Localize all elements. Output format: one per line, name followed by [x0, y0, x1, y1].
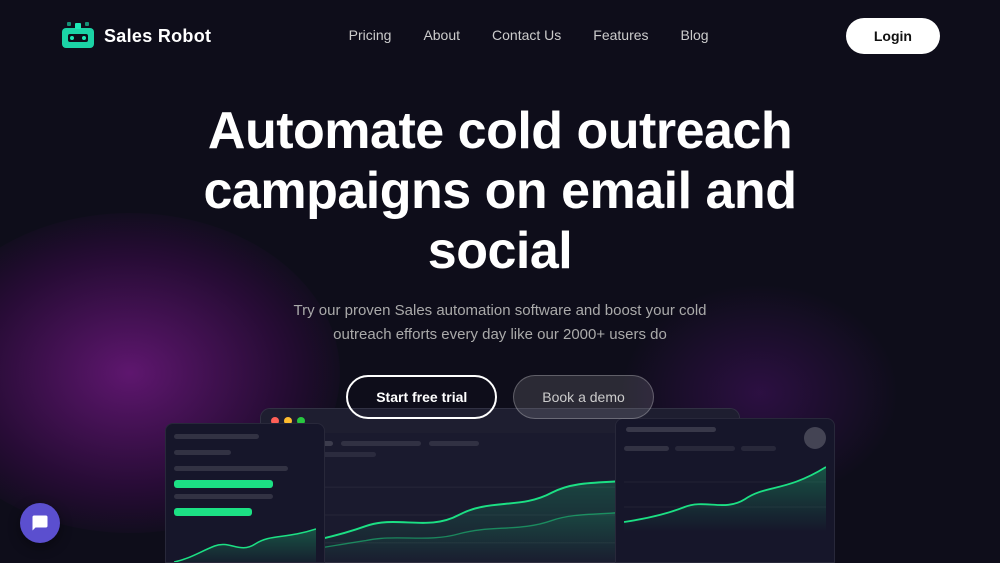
green-bar	[174, 480, 273, 488]
chat-bubble[interactable]	[20, 503, 60, 543]
placeholder-bar	[741, 446, 776, 451]
nav-contact[interactable]: Contact Us	[492, 27, 561, 43]
nav-about[interactable]: About	[423, 27, 460, 43]
logo-text: Sales Robot	[104, 26, 211, 47]
hero-section: Automate cold outreach campaigns on emai…	[0, 72, 1000, 419]
mockup-right	[615, 418, 835, 563]
start-trial-button[interactable]: Start free trial	[346, 375, 497, 419]
hero-title: Automate cold outreach campaigns on emai…	[150, 102, 850, 281]
nav-features[interactable]: Features	[593, 27, 648, 43]
book-demo-button[interactable]: Book a demo	[513, 375, 654, 419]
placeholder-bar	[675, 446, 735, 451]
navbar: Sales Robot Pricing About Contact Us Fea…	[0, 0, 1000, 72]
green-bar	[174, 508, 252, 516]
placeholder-bar	[624, 446, 669, 451]
chat-icon	[31, 514, 49, 532]
placeholder-bar	[626, 427, 716, 432]
placeholder-bar	[321, 452, 376, 457]
hero-buttons: Start free trial Book a demo	[20, 375, 980, 419]
circle-indicator	[804, 427, 826, 449]
placeholder-bar	[174, 434, 259, 439]
logo-icon	[60, 22, 96, 50]
mockup-right-top	[616, 419, 834, 436]
placeholder-bar	[174, 466, 288, 471]
right-bars	[624, 446, 826, 451]
mini-chart-left	[174, 524, 316, 563]
hero-subtitle: Try our proven Sales automation software…	[280, 299, 720, 347]
logo[interactable]: Sales Robot	[60, 22, 211, 50]
login-button[interactable]: Login	[846, 18, 940, 54]
placeholder-bar	[174, 494, 273, 499]
right-chart	[624, 457, 826, 532]
placeholder-bar	[341, 441, 421, 446]
placeholder-bar	[174, 450, 231, 455]
mockup-left	[165, 423, 325, 563]
bar-row-2	[174, 494, 316, 516]
bar-row-1	[174, 466, 316, 488]
nav-blog[interactable]: Blog	[681, 27, 709, 43]
nav-pricing[interactable]: Pricing	[349, 27, 392, 43]
placeholder-bar	[429, 441, 479, 446]
mockup-right-body	[616, 436, 834, 542]
nav-links: Pricing About Contact Us Features Blog	[349, 27, 709, 45]
